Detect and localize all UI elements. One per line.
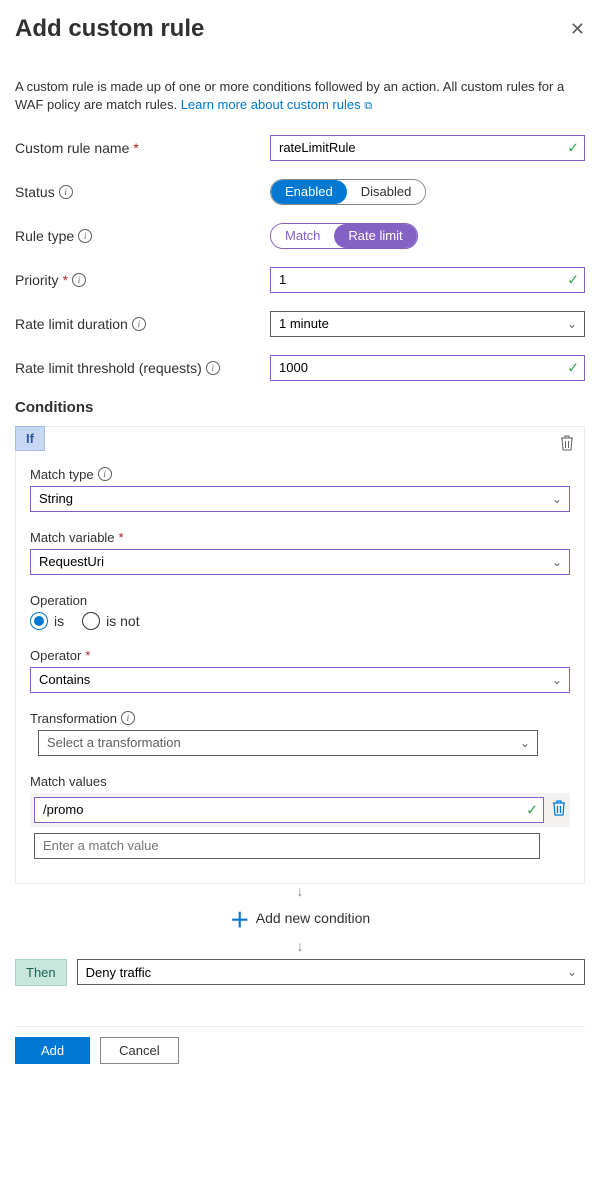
priority-input[interactable]	[270, 267, 585, 293]
info-icon[interactable]: i	[72, 273, 86, 287]
match-value-input[interactable]	[34, 797, 544, 823]
transformation-select[interactable]: Select a transformation	[38, 730, 538, 756]
label-text: Custom rule name	[15, 140, 129, 156]
rule-type-rate-option[interactable]: Rate limit	[334, 224, 416, 248]
close-icon[interactable]: ✕	[570, 19, 585, 40]
operator-label: Operator *	[30, 648, 570, 663]
match-value-new-input[interactable]	[34, 833, 540, 859]
status-label: Status i	[15, 184, 270, 200]
label-text: Status	[15, 184, 55, 200]
label-text: Operator	[30, 648, 81, 663]
flow-arrow-icon: ↓	[15, 884, 585, 898]
threshold-input[interactable]	[270, 355, 585, 381]
transformation-label: Transformation i	[30, 711, 570, 726]
condition-card: If Match type i String ⌄ Match variable …	[15, 426, 585, 884]
panel-title: Add custom rule	[15, 15, 204, 43]
status-toggle: Enabled Disabled	[270, 179, 426, 205]
plus-icon: ＋	[230, 904, 250, 933]
custom-rule-name-label: Custom rule name *	[15, 140, 270, 156]
radio-label: is	[54, 613, 64, 629]
required-asterisk: *	[85, 648, 90, 663]
action-select[interactable]: Deny traffic	[77, 959, 585, 985]
duration-select[interactable]: 1 minute	[270, 311, 585, 337]
then-badge: Then	[15, 959, 67, 986]
delete-condition-icon[interactable]	[560, 435, 574, 454]
info-icon[interactable]: i	[206, 361, 220, 375]
learn-more-link[interactable]: Learn more about custom rules ⧉	[181, 97, 372, 112]
match-variable-select[interactable]: RequestUri	[30, 549, 570, 575]
rule-type-toggle: Match Rate limit	[270, 223, 418, 249]
match-type-label: Match type i	[30, 467, 570, 482]
info-icon[interactable]: i	[78, 229, 92, 243]
label-text: Rate limit duration	[15, 316, 128, 332]
cancel-button[interactable]: Cancel	[100, 1037, 178, 1064]
operator-select[interactable]: Contains	[30, 667, 570, 693]
threshold-label: Rate limit threshold (requests) i	[15, 360, 270, 376]
custom-rule-name-input[interactable]	[270, 135, 585, 161]
learn-more-text: Learn more about custom rules	[181, 97, 361, 112]
conditions-heading: Conditions	[15, 399, 585, 416]
label-text: Match variable	[30, 530, 115, 545]
if-badge: If	[15, 426, 45, 451]
status-disabled-option[interactable]: Disabled	[347, 180, 426, 204]
add-condition-button[interactable]: ＋ Add new condition	[15, 898, 585, 939]
radio-label: is not	[106, 613, 139, 629]
rule-type-label: Rule type i	[15, 228, 270, 244]
add-button[interactable]: Add	[15, 1037, 90, 1064]
rule-type-match-option[interactable]: Match	[271, 224, 334, 248]
operation-is-radio[interactable]: is	[30, 612, 64, 630]
operation-label: Operation	[30, 593, 570, 608]
label-text: Priority	[15, 272, 59, 288]
match-values-label: Match values	[30, 774, 570, 789]
info-icon[interactable]: i	[98, 467, 112, 481]
required-asterisk: *	[133, 140, 138, 156]
flow-arrow-icon: ↓	[15, 939, 585, 953]
description-text: A custom rule is made up of one or more …	[15, 78, 585, 115]
radio-icon	[30, 612, 48, 630]
info-icon[interactable]: i	[132, 317, 146, 331]
external-link-icon: ⧉	[364, 100, 372, 112]
label-text: Transformation	[30, 711, 117, 726]
add-condition-label: Add new condition	[256, 910, 370, 926]
match-variable-label: Match variable *	[30, 530, 570, 545]
required-asterisk: *	[63, 272, 68, 288]
required-asterisk: *	[119, 530, 124, 545]
duration-label: Rate limit duration i	[15, 316, 270, 332]
label-text: Rate limit threshold (requests)	[15, 360, 202, 376]
match-type-select[interactable]: String	[30, 486, 570, 512]
priority-label: Priority * i	[15, 272, 270, 288]
info-icon[interactable]: i	[121, 711, 135, 725]
operation-isnot-radio[interactable]: is not	[82, 612, 139, 630]
status-enabled-option[interactable]: Enabled	[271, 180, 347, 204]
delete-match-value-icon[interactable]	[552, 800, 566, 819]
label-text: Match type	[30, 467, 94, 482]
info-icon[interactable]: i	[59, 185, 73, 199]
label-text: Rule type	[15, 228, 74, 244]
radio-icon	[82, 612, 100, 630]
